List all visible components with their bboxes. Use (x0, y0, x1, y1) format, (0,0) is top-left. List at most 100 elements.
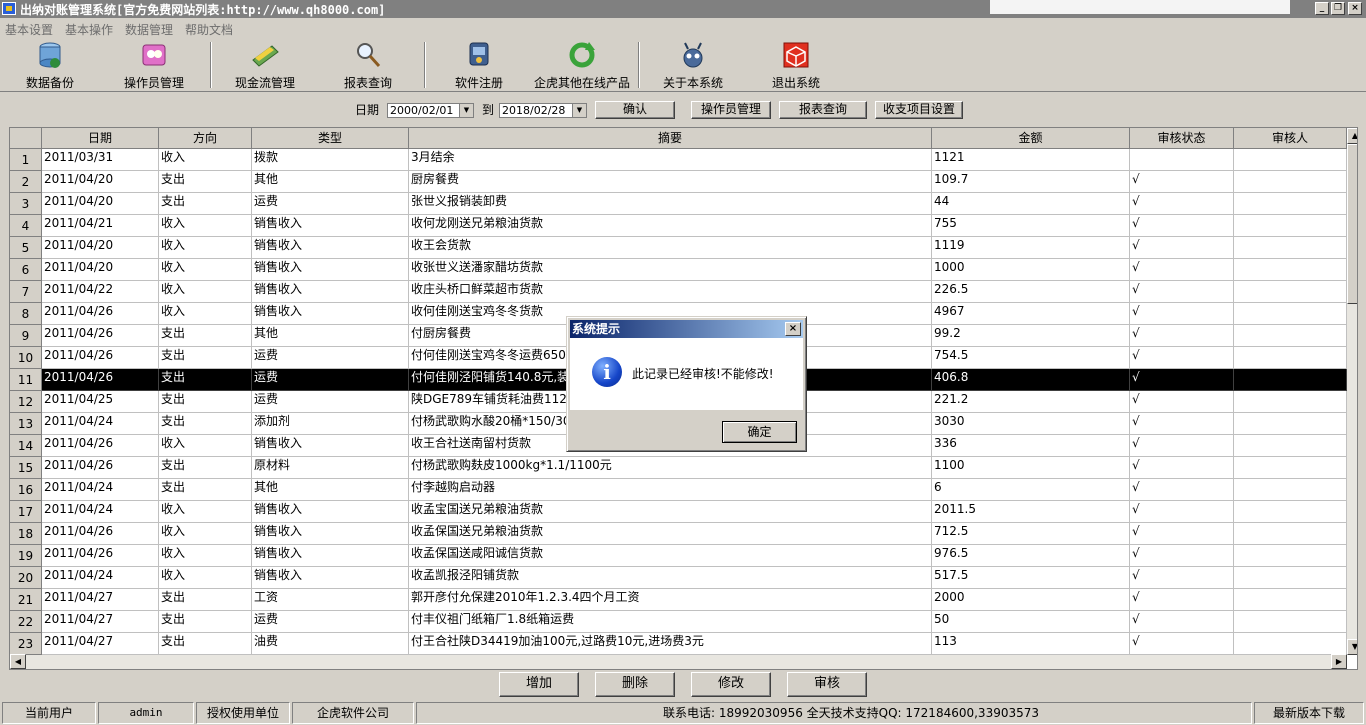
row-number[interactable]: 4 (10, 215, 42, 237)
table-row[interactable]: 15 2011/04/26 支出 原材料 付杨武歌购麸皮1000kg*1.1/1100元… (10, 457, 1347, 479)
cell-type[interactable]: 运费 (252, 347, 409, 369)
cell-memo[interactable]: 收孟凯报泾阳铺货款 (409, 567, 932, 589)
cell-direction[interactable]: 收入 (159, 435, 252, 457)
cell-amount[interactable]: 1000 (932, 259, 1130, 281)
operators-filter-button[interactable]: 操作员管理 (691, 101, 771, 119)
cell-amount[interactable]: 2000 (932, 589, 1130, 611)
cell-audit-status[interactable]: √ (1130, 457, 1234, 479)
products-tool-button[interactable]: 企虎其他在线产品 (532, 40, 632, 92)
date-from-picker[interactable]: 2000/02/01 ▼ (387, 103, 474, 118)
cell-date[interactable]: 2011/04/26 (42, 523, 159, 545)
vertical-scrollbar[interactable]: ▲ ▼ (1347, 128, 1357, 655)
vertical-scroll-thumb[interactable] (1347, 144, 1357, 304)
menu-basic-operations[interactable]: 基本操作 (65, 21, 113, 38)
menu-help[interactable]: 帮助文档 (185, 21, 233, 38)
cell-memo[interactable]: 收孟保国送兄弟粮油货款 (409, 523, 932, 545)
cell-auditor[interactable] (1234, 435, 1347, 457)
cell-auditor[interactable] (1234, 413, 1347, 435)
cell-date[interactable]: 2011/04/25 (42, 391, 159, 413)
cell-audit-status[interactable]: √ (1130, 303, 1234, 325)
cell-auditor[interactable] (1234, 633, 1347, 655)
cell-memo[interactable]: 张世义报销装卸费 (409, 193, 932, 215)
cell-audit-status[interactable]: √ (1130, 325, 1234, 347)
cell-amount[interactable]: 517.5 (932, 567, 1130, 589)
scroll-down-icon[interactable]: ▼ (1347, 639, 1357, 655)
cell-date[interactable]: 2011/04/20 (42, 171, 159, 193)
cell-audit-status[interactable] (1130, 149, 1234, 171)
cell-direction[interactable]: 收入 (159, 237, 252, 259)
cell-direction[interactable]: 收入 (159, 303, 252, 325)
cell-amount[interactable]: 2011.5 (932, 501, 1130, 523)
cell-audit-status[interactable]: √ (1130, 259, 1234, 281)
cell-date[interactable]: 2011/04/26 (42, 369, 159, 391)
cell-audit-status[interactable]: √ (1130, 501, 1234, 523)
table-row[interactable]: 6 2011/04/20 收入 销售收入 收张世义送潘家醋坊货款 1000 √ (10, 259, 1347, 281)
table-row[interactable]: 5 2011/04/20 收入 销售收入 收王会货款 1119 √ (10, 237, 1347, 259)
exit-tool-button[interactable]: 退出系统 (766, 40, 826, 92)
cell-type[interactable]: 销售收入 (252, 567, 409, 589)
cell-amount[interactable]: 1121 (932, 149, 1130, 171)
cell-direction[interactable]: 收入 (159, 501, 252, 523)
cell-type[interactable]: 原材料 (252, 457, 409, 479)
cell-audit-status[interactable]: √ (1130, 215, 1234, 237)
cell-audit-status[interactable]: √ (1130, 611, 1234, 633)
row-number[interactable]: 8 (10, 303, 42, 325)
row-number[interactable]: 12 (10, 391, 42, 413)
cell-direction[interactable]: 支出 (159, 347, 252, 369)
dialog-close-button[interactable]: × (785, 322, 801, 336)
cell-date[interactable]: 2011/04/20 (42, 237, 159, 259)
cell-direction[interactable]: 支出 (159, 171, 252, 193)
row-number[interactable]: 9 (10, 325, 42, 347)
cell-date[interactable]: 2011/04/27 (42, 633, 159, 655)
cell-amount[interactable]: 976.5 (932, 545, 1130, 567)
download-latest-link[interactable]: 最新版本下载 (1254, 702, 1364, 724)
cell-date[interactable]: 2011/04/21 (42, 215, 159, 237)
cell-auditor[interactable] (1234, 347, 1347, 369)
cell-amount[interactable]: 3030 (932, 413, 1130, 435)
row-number[interactable]: 16 (10, 479, 42, 501)
cashflow-tool-button[interactable]: 现金流管理 (230, 40, 300, 92)
cell-amount[interactable]: 6 (932, 479, 1130, 501)
header-auditor[interactable]: 审核人 (1234, 128, 1347, 149)
cell-type[interactable]: 运费 (252, 611, 409, 633)
row-number[interactable]: 10 (10, 347, 42, 369)
cell-auditor[interactable] (1234, 391, 1347, 413)
table-row[interactable]: 23 2011/04/27 支出 油费 付王合社陕D34419加油100元,过路费10元… (10, 633, 1347, 655)
cell-auditor[interactable] (1234, 149, 1347, 171)
row-number[interactable]: 6 (10, 259, 42, 281)
dialog-ok-button[interactable]: 确定 (722, 421, 797, 443)
cell-type[interactable]: 销售收入 (252, 281, 409, 303)
cell-amount[interactable]: 50 (932, 611, 1130, 633)
cell-date[interactable]: 2011/04/26 (42, 435, 159, 457)
table-row[interactable]: 2 2011/04/20 支出 其他 厨房餐费 109.7 √ (10, 171, 1347, 193)
cell-direction[interactable]: 支出 (159, 413, 252, 435)
cell-amount[interactable]: 754.5 (932, 347, 1130, 369)
cell-date[interactable]: 2011/04/26 (42, 457, 159, 479)
cell-type[interactable]: 销售收入 (252, 303, 409, 325)
cell-type[interactable]: 油费 (252, 633, 409, 655)
cell-auditor[interactable] (1234, 501, 1347, 523)
cell-direction[interactable]: 收入 (159, 149, 252, 171)
header-date[interactable]: 日期 (42, 128, 159, 149)
cell-auditor[interactable] (1234, 479, 1347, 501)
cell-memo[interactable]: 收庄头桥口鲜菜超市货款 (409, 281, 932, 303)
cell-date[interactable]: 2011/04/22 (42, 281, 159, 303)
cell-direction[interactable]: 收入 (159, 567, 252, 589)
cell-memo[interactable]: 厨房餐费 (409, 171, 932, 193)
cell-type[interactable]: 销售收入 (252, 215, 409, 237)
backup-tool-button[interactable]: 数据备份 (20, 40, 80, 92)
cell-type[interactable]: 其他 (252, 325, 409, 347)
scroll-up-icon[interactable]: ▲ (1347, 128, 1357, 144)
cell-audit-status[interactable]: √ (1130, 237, 1234, 259)
cell-direction[interactable]: 支出 (159, 325, 252, 347)
add-button[interactable]: 增加 (499, 672, 579, 697)
date-to-picker[interactable]: 2018/02/28 ▼ (499, 103, 587, 118)
cell-memo[interactable]: 收孟宝国送兄弟粮油货款 (409, 501, 932, 523)
cell-type[interactable]: 销售收入 (252, 259, 409, 281)
cell-date[interactable]: 2011/04/24 (42, 413, 159, 435)
cell-amount[interactable]: 755 (932, 215, 1130, 237)
cell-audit-status[interactable]: √ (1130, 633, 1234, 655)
row-number[interactable]: 22 (10, 611, 42, 633)
cell-audit-status[interactable]: √ (1130, 171, 1234, 193)
register-tool-button[interactable]: 软件注册 (450, 40, 508, 92)
